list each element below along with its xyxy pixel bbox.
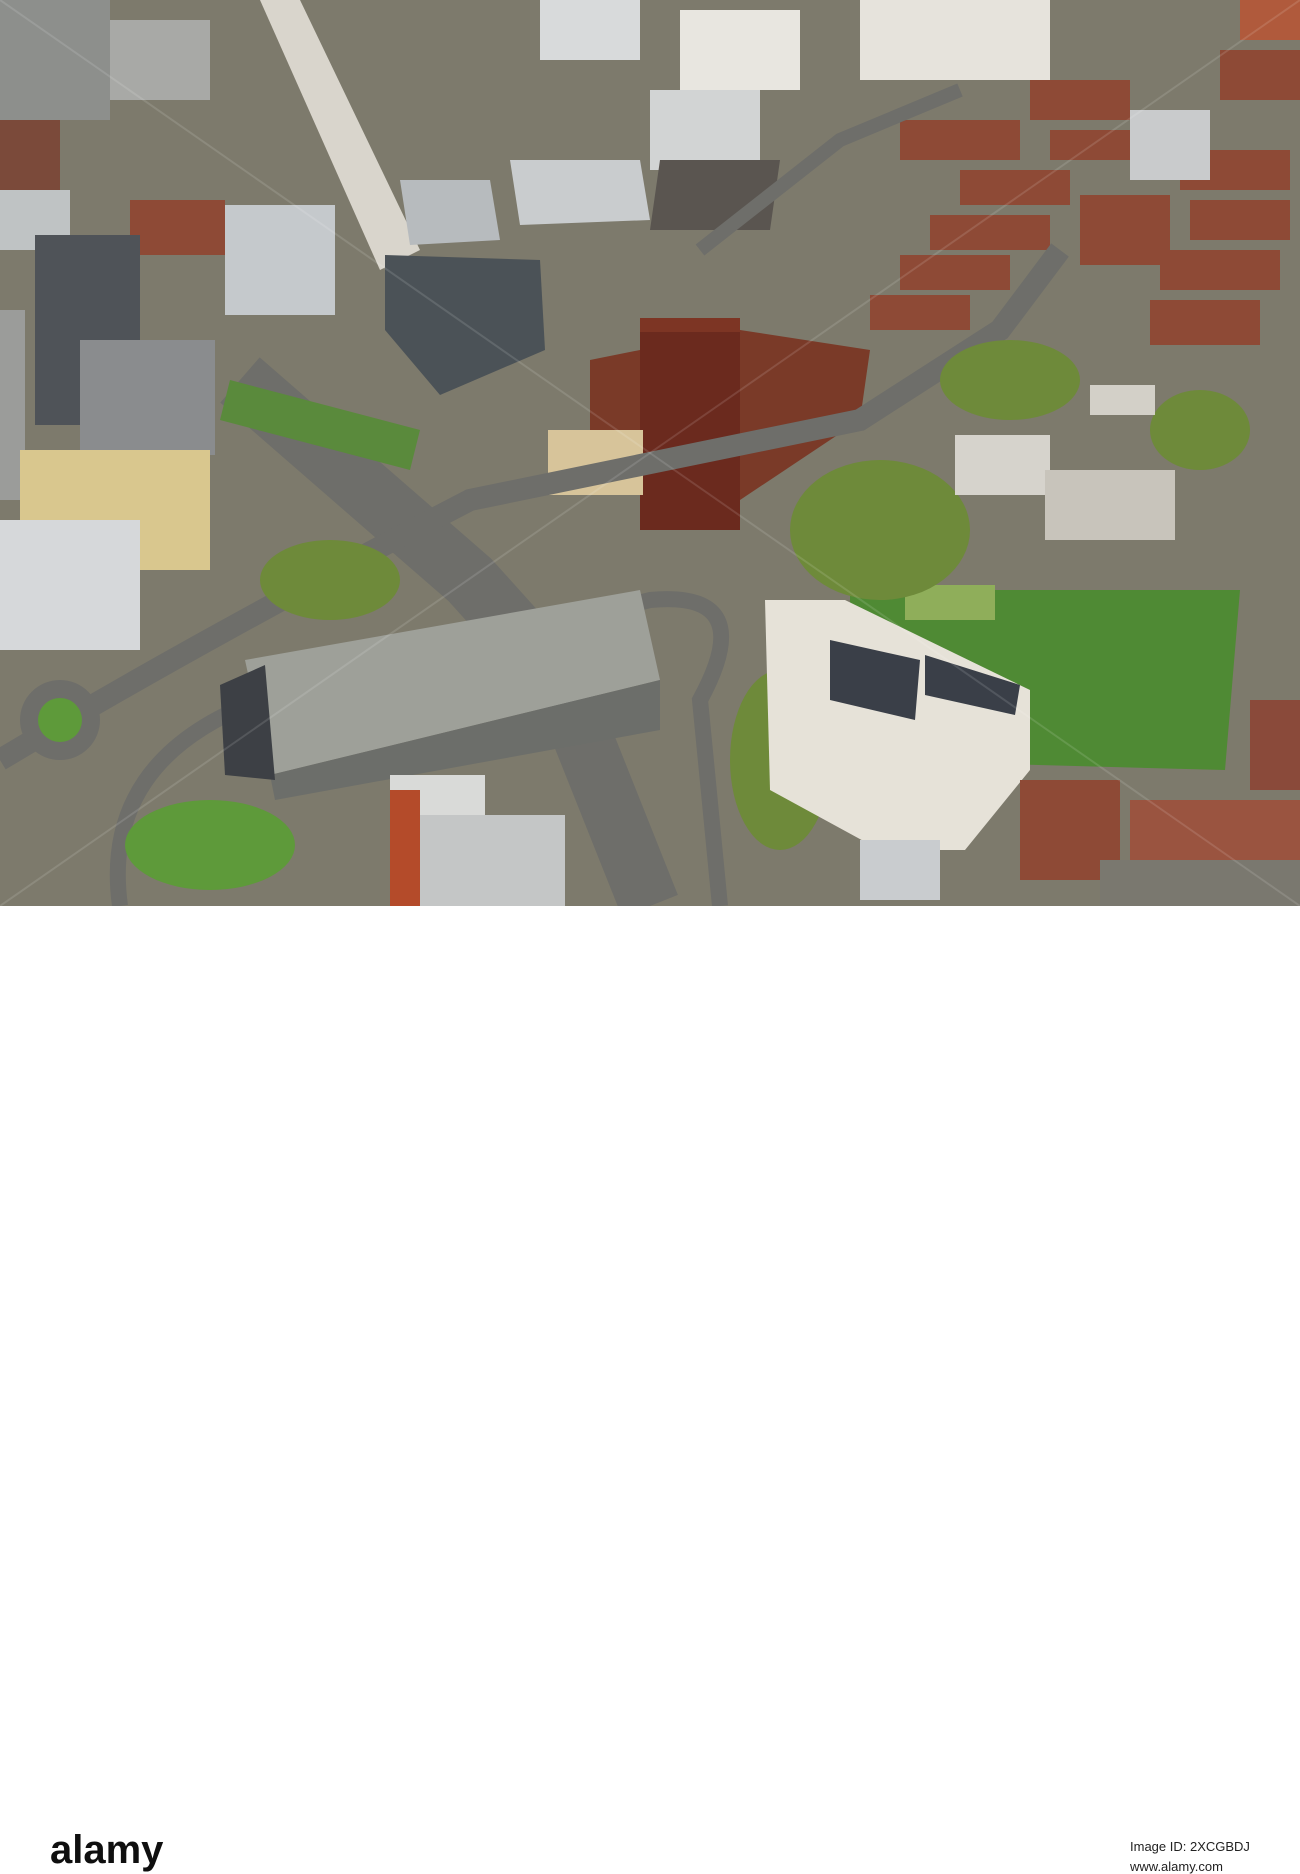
image-id: Image ID: 2XCGBDJ <box>1130 1839 1250 1854</box>
aerial-scene <box>0 0 1300 906</box>
aerial-photo <box>0 0 1300 906</box>
site-url[interactable]: www.alamy.com <box>1130 1859 1223 1874</box>
campus-block <box>0 0 110 120</box>
stock-banner: alamy Image ID: 2XCGBDJ www.alamy.com <box>0 906 1300 1874</box>
alamy-logo[interactable]: alamy <box>50 1828 163 1873</box>
